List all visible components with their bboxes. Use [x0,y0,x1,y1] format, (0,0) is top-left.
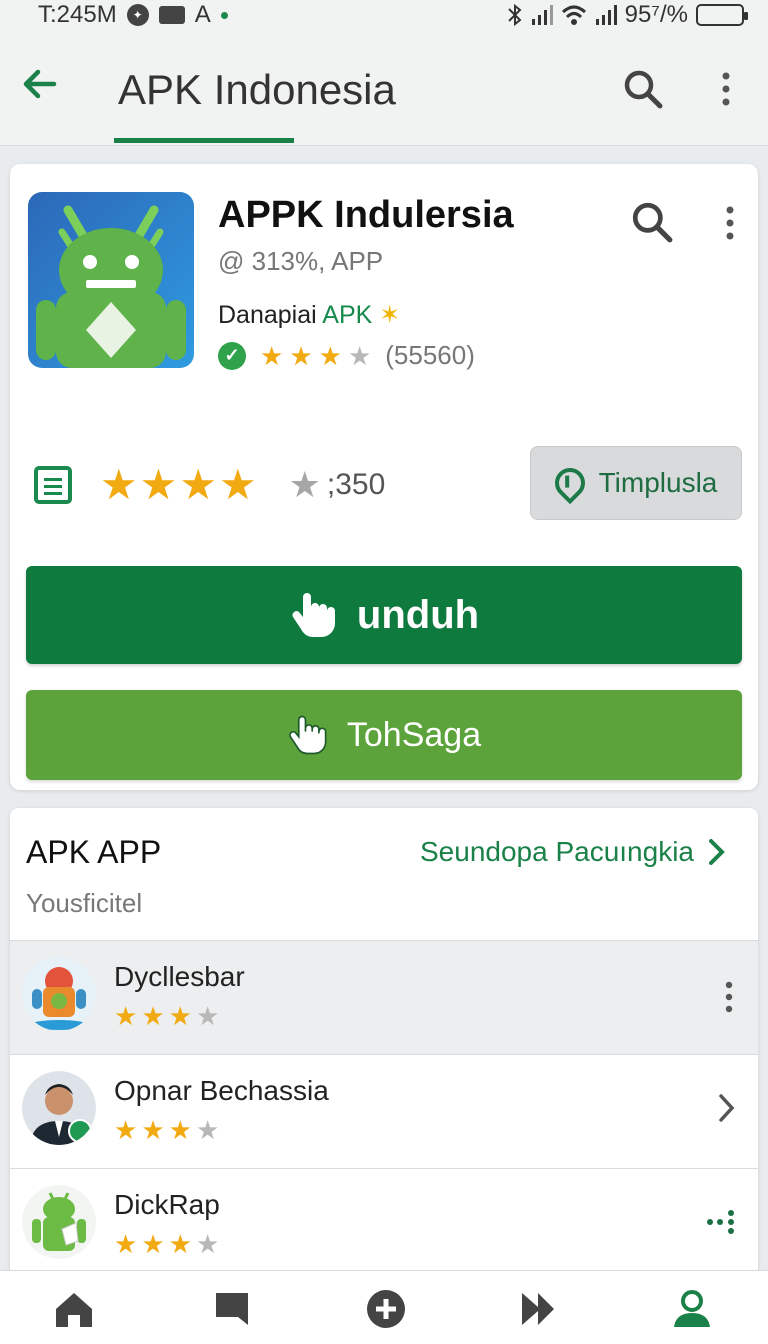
developer-prefix: Danapiai [218,301,317,329]
star-icon: ★ [289,340,313,371]
section-subtitle: Yousficitel [26,888,143,918]
clock: T:245M [38,1,117,28]
secondary-button-label: TohSaga [346,715,482,754]
summary-count: ;350 [326,468,386,501]
more-vert-icon[interactable] [722,979,736,1015]
star-empty-icon: ★ [195,1001,220,1031]
more-vert-icon[interactable] [716,70,736,110]
item-name: Opnar Bechassia [114,1075,329,1106]
secondary-action-button[interactable]: TohSaga [26,690,742,780]
star-empty-icon: ★ [195,1115,220,1145]
star-icon: ★ [168,1115,192,1145]
bottom-navigation [0,1270,768,1344]
more-vert-icon[interactable] [720,204,740,244]
hand-pointer-icon [292,593,335,637]
app-rating: ✓ ★ ★ ★ ★ (55560) [218,340,475,371]
share-dots-icon[interactable] [706,1207,736,1237]
app-icon [28,192,194,368]
verified-icon: ✓ [218,341,246,370]
wifi-icon [561,5,586,25]
rating-count: (55560) [385,340,475,370]
list-item[interactable]: Opnar Bechassia ★ ★ ★ ★ [10,1054,758,1168]
app-thumbnail [22,957,96,1031]
android-robot-icon [36,205,186,368]
list-item[interactable]: Dycllesbar ★ ★ ★ ★ [10,940,758,1054]
chevron-right-icon [709,839,725,865]
document-icon [34,466,72,504]
star-icon: ★ [114,1001,138,1031]
see-all-label: Seundopa Pacuıngkia [420,836,694,867]
star-icon: ★ [218,461,257,508]
signal-icon [531,5,553,25]
star-icon: ★ [114,1115,138,1145]
notification-icon: ✦ [126,4,149,26]
search-icon[interactable] [630,200,674,244]
battery-icon [696,4,748,26]
media-play-icon[interactable] [516,1287,560,1331]
list-item[interactable]: DickRap ★ ★ ★ ★ [10,1168,758,1278]
signal-icon-2 [595,5,617,25]
back-arrow-icon[interactable] [22,66,58,102]
download-button-label: unduh [356,592,480,637]
add-circle-icon[interactable] [364,1287,408,1331]
app-bar: APK Indonesia [0,30,768,146]
star-icon: ★ [179,461,217,508]
bluetooth-icon [507,3,522,27]
item-name: Dycllesbar [114,961,245,992]
star-icon: ★ [168,1001,192,1031]
apk-app-section: APK APP Seundopa Pacuıngkia Yousficitel … [10,808,758,1278]
status-bar: T:245M ✦ A 95⁷/% [0,0,768,30]
item-name: DickRap [114,1189,220,1220]
app-thumbnail [22,1185,96,1259]
developer-line: Danapiai APK ✶ [218,300,400,330]
item-rating: ★ ★ ★ ★ [114,1231,219,1257]
chevron-right-icon[interactable] [718,1093,736,1123]
media-icon [158,6,185,24]
search-icon[interactable] [622,68,664,110]
item-rating: ★ ★ ★ ★ [114,1003,219,1029]
star-empty-icon: ★ [195,1229,220,1259]
hand-pointer-icon [289,715,327,755]
star-empty-icon: ★ [347,340,372,371]
profile-icon[interactable] [670,1287,714,1331]
app-name: APPK Indulersia [218,194,514,236]
download-button[interactable]: unduh [26,566,742,664]
tag-button-label: Timplusla [598,467,718,498]
section-title: APK APP [26,834,162,870]
star-icon: ★ [100,461,138,508]
star-icon: ★ [141,1229,165,1259]
battery-percent: 95⁷/% [624,1,688,28]
star-empty-icon: ★ [288,464,321,505]
see-all-link[interactable]: Seundopa Pacuıngkia [420,836,726,868]
sparkle-icon: ✶ [379,301,401,329]
star-icon: ★ [141,1001,165,1031]
location-pin-icon [548,461,591,505]
star-icon: ★ [318,340,342,371]
star-icon: ★ [114,1229,138,1259]
active-dot-icon [220,11,228,19]
avatar [22,1071,96,1145]
indicator-letter: A [194,1,211,28]
star-icon: ★ [260,340,284,371]
bookmark-icon[interactable] [210,1287,254,1331]
page-title: APK Indonesia [118,66,396,113]
item-rating: ★ ★ ★ ★ [114,1117,219,1143]
app-detail-card: APPK Indulersia @ 313%, APP Danapiai APK… [10,164,758,790]
star-icon: ★ [139,461,178,508]
star-icon: ★ [141,1115,165,1145]
summary-rating-row: ★ ★ ★ ★ ★ ;350 [34,464,385,506]
developer-link[interactable]: APK [322,301,372,329]
tag-button[interactable]: Timplusla [530,446,742,520]
star-icon: ★ [168,1229,192,1259]
home-icon[interactable] [52,1287,96,1331]
active-tab-indicator [114,138,294,143]
app-meta: @ 313%, APP [218,246,384,276]
